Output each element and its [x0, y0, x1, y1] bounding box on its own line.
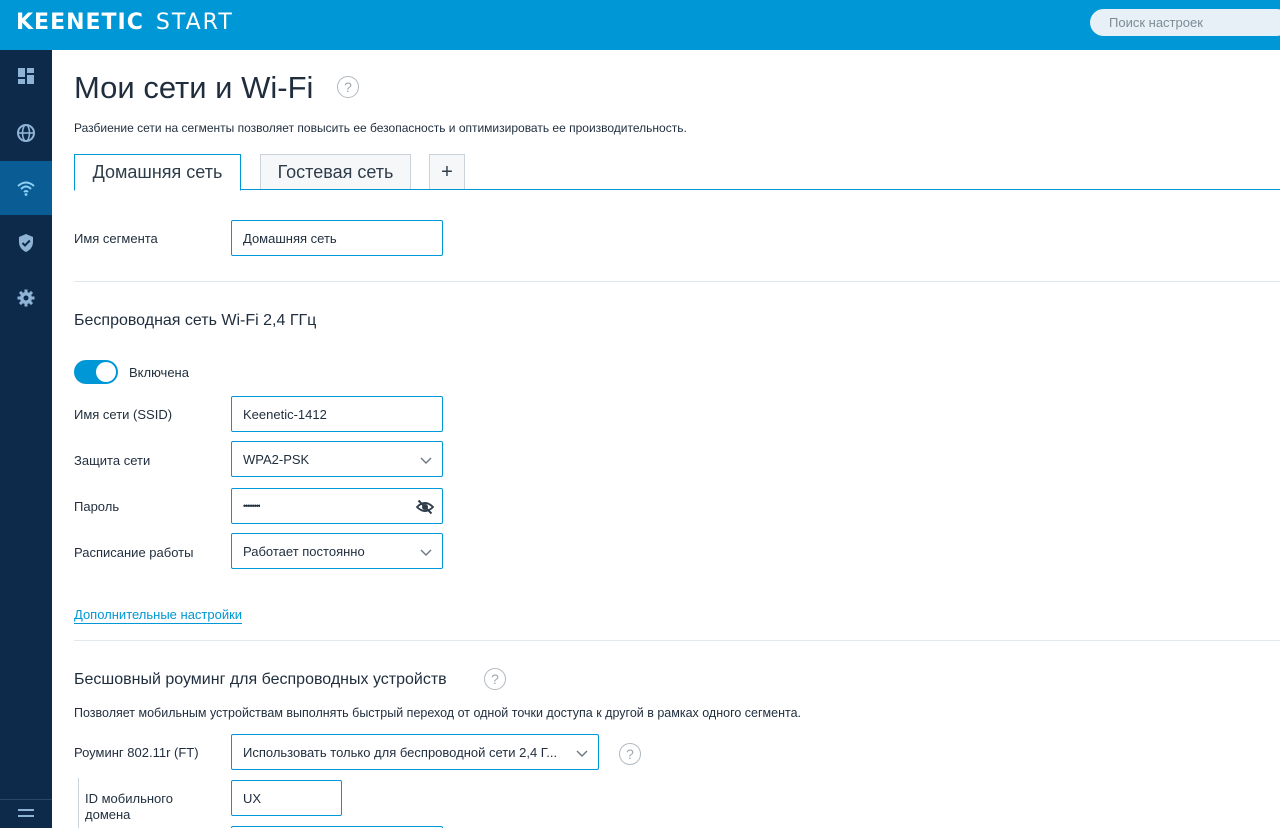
wifi-24-toggle[interactable] [74, 360, 118, 384]
roaming-title: Бесшовный роуминг для беспроводных устро… [74, 671, 447, 688]
search-input[interactable] [1090, 9, 1280, 36]
menu-icon [18, 809, 34, 817]
chevron-down-icon [420, 457, 432, 464]
mobility-domain-label-line2: домена [85, 807, 131, 822]
security-value: WPA2-PSK [243, 451, 310, 467]
ssid-input[interactable] [243, 406, 442, 422]
wifi-24-title: Беспроводная сеть Wi-Fi 2,4 ГГц [74, 312, 317, 329]
globe-icon [17, 124, 35, 142]
advanced-settings-link[interactable]: Дополнительные настройки [74, 607, 243, 624]
section-divider [74, 281, 1280, 282]
chevron-down-icon [420, 549, 432, 556]
segment-name-field[interactable] [231, 220, 443, 256]
ft-roaming-select[interactable]: Использовать только для беспроводной сет… [231, 734, 599, 770]
chevron-down-icon [576, 750, 588, 757]
segment-name-input[interactable] [243, 230, 442, 246]
mobility-domain-field[interactable] [231, 780, 342, 816]
sidebar-item-settings[interactable] [0, 272, 52, 324]
security-select[interactable]: WPA2-PSK [231, 441, 443, 477]
sidebar-collapse-button[interactable] [0, 799, 52, 828]
security-label: Защита сети [74, 453, 151, 468]
wifi-icon [17, 181, 35, 196]
section-divider [74, 640, 1280, 641]
subgroup-line [78, 778, 79, 828]
roaming-description: Позволяет мобильным устройствам выполнят… [74, 706, 802, 720]
dashboard-icon [18, 68, 34, 84]
ssid-label: Имя сети (SSID) [74, 407, 173, 422]
schedule-value: Работает постоянно [243, 543, 365, 559]
schedule-select[interactable]: Работает постоянно [231, 533, 443, 569]
wifi-24-toggle-label: Включена [129, 365, 189, 380]
brand-edition: START [155, 10, 234, 35]
segment-name-label: Имя сегмента [74, 231, 158, 246]
tab-home-network[interactable]: Домашняя сеть [74, 154, 241, 191]
tab-guest-network[interactable]: Гостевая сеть [260, 154, 411, 190]
tabs-underline [74, 189, 1280, 190]
sidebar [0, 50, 52, 828]
tab-add-segment[interactable]: + [429, 154, 465, 190]
shield-icon [19, 234, 33, 252]
page-title: Мои сети и Wi-Fi [74, 70, 314, 105]
eye-off-icon[interactable] [416, 498, 434, 516]
brand-logo[interactable]: KEENETIC START [16, 10, 234, 35]
main-content: Мои сети и Wi-Fi ? Разбиение сети на сег… [52, 50, 1280, 828]
ssid-field[interactable] [231, 396, 443, 432]
sidebar-item-internet[interactable] [0, 107, 52, 159]
password-field[interactable]: •••••••• [231, 488, 443, 524]
sidebar-item-dashboard[interactable] [0, 50, 52, 102]
schedule-label: Расписание работы [74, 545, 194, 560]
sidebar-item-security[interactable] [0, 217, 52, 269]
sidebar-item-wifi[interactable] [0, 161, 52, 215]
password-label: Пароль [74, 499, 120, 514]
page-description: Разбиение сети на сегменты позволяет пов… [74, 121, 687, 135]
ft-roaming-value: Использовать только для беспроводной сет… [243, 744, 558, 760]
ft-help-icon[interactable]: ? [619, 743, 641, 765]
mobility-domain-input[interactable] [243, 790, 341, 806]
gear-icon [17, 289, 35, 307]
mobility-domain-label: ID мобильного домена [85, 791, 173, 823]
roaming-help-icon[interactable]: ? [484, 668, 506, 690]
help-icon[interactable]: ? [337, 76, 359, 98]
brand-name: KEENETIC [16, 10, 144, 35]
top-bar: KEENETIC START [0, 0, 1280, 50]
ft-roaming-label: Роуминг 802.11r (FT) [74, 745, 199, 760]
password-value[interactable]: •••••••• [243, 501, 260, 511]
mobility-domain-label-line1: ID мобильного [85, 791, 173, 806]
toggle-knob [96, 362, 116, 382]
